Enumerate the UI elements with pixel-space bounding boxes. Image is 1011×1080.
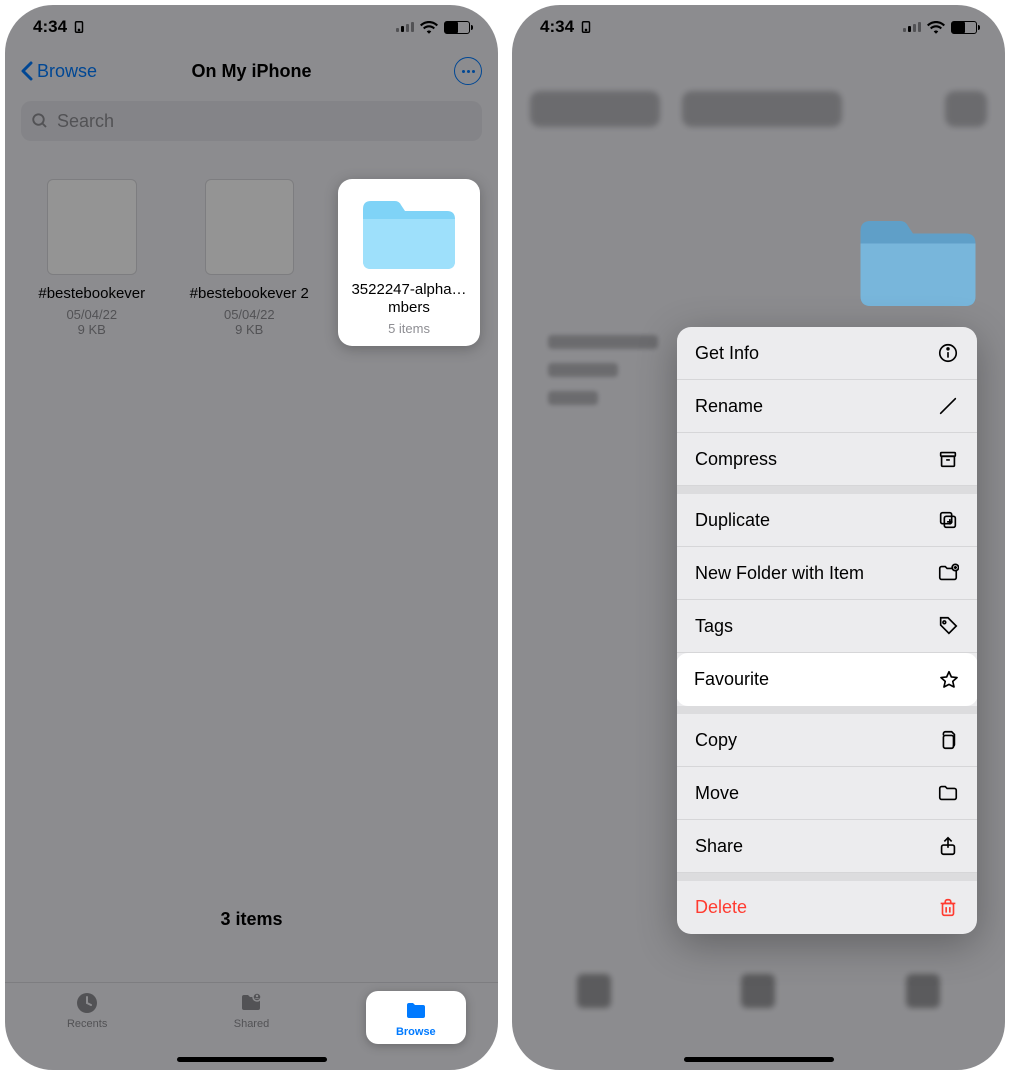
battery-icon	[951, 21, 977, 34]
tab-shared[interactable]: Shared	[201, 991, 301, 1030]
menu-new-folder-with-item[interactable]: New Folder with Item	[677, 547, 977, 600]
status-bar: 4:34	[512, 5, 1005, 49]
battery-icon	[444, 21, 470, 34]
file-name: #bestebookever	[23, 285, 161, 303]
context-menu: Get Info Rename Compress Duplicate New F…	[677, 327, 977, 934]
search-icon	[31, 112, 49, 130]
file-item[interactable]: #bestebookever 2 05/04/22 9 KB	[181, 179, 319, 346]
menu-duplicate[interactable]: Duplicate	[677, 494, 977, 547]
folder-item-selected[interactable]: 3522247-alpha…mbers 5 items	[338, 179, 480, 346]
file-thumb	[205, 179, 295, 275]
wifi-icon	[927, 20, 945, 34]
folder-icon	[937, 782, 959, 804]
cellular-icon	[396, 22, 414, 32]
item-count: 3 items	[5, 909, 498, 930]
context-folder-preview	[853, 211, 983, 311]
file-size: 9 KB	[181, 322, 319, 337]
home-indicator[interactable]	[177, 1057, 327, 1062]
home-indicator[interactable]	[684, 1057, 834, 1062]
nav-bar: Browse On My iPhone	[5, 49, 498, 93]
folder-plus-icon	[937, 562, 959, 584]
status-time: 4:34	[540, 17, 574, 37]
shared-folder-icon	[237, 991, 265, 1015]
info-icon	[937, 342, 959, 364]
file-grid: #bestebookever 05/04/22 9 KB #bestebooke…	[5, 149, 498, 346]
menu-share[interactable]: Share	[677, 820, 977, 873]
folder-icon	[359, 193, 459, 273]
folder-subtitle: 5 items	[344, 321, 474, 336]
tag-icon	[937, 615, 959, 637]
menu-delete[interactable]: Delete	[677, 881, 977, 934]
file-thumb	[47, 179, 137, 275]
folder-icon	[402, 999, 430, 1023]
file-size: 9 KB	[23, 322, 161, 337]
menu-get-info[interactable]: Get Info	[677, 327, 977, 380]
status-bar: 4:34	[5, 5, 498, 49]
file-date: 05/04/22	[23, 307, 161, 322]
share-icon	[937, 835, 959, 857]
search-placeholder: Search	[57, 111, 114, 132]
file-item[interactable]: #bestebookever 05/04/22 9 KB	[23, 179, 161, 346]
orientation-lock-icon	[579, 20, 593, 34]
archive-icon	[937, 448, 959, 470]
file-name: #bestebookever 2	[181, 285, 319, 303]
status-time: 4:34	[33, 17, 67, 37]
menu-move[interactable]: Move	[677, 767, 977, 820]
copy-icon	[937, 729, 959, 751]
trash-icon	[937, 897, 959, 919]
left-screenshot: 4:34 Browse On My iPhone Search #bestebo…	[5, 5, 498, 1070]
blurred-tabbar	[512, 974, 1005, 1008]
file-date: 05/04/22	[181, 307, 319, 322]
cellular-icon	[903, 22, 921, 32]
folder-name: 3522247-alpha…mbers	[344, 281, 474, 317]
menu-copy[interactable]: Copy	[677, 714, 977, 767]
menu-compress[interactable]: Compress	[677, 433, 977, 486]
tab-recents[interactable]: Recents	[37, 991, 137, 1030]
clock-icon	[73, 991, 101, 1015]
menu-rename[interactable]: Rename	[677, 380, 977, 433]
pencil-icon	[937, 395, 959, 417]
star-icon	[938, 669, 960, 691]
blurred-background	[512, 49, 1005, 127]
search-field[interactable]: Search	[21, 101, 482, 141]
right-screenshot: 4:34 Get Info Rename Compress Du	[512, 5, 1005, 1070]
orientation-lock-icon	[72, 20, 86, 34]
back-button[interactable]: Browse	[21, 61, 97, 82]
more-button[interactable]	[454, 57, 482, 85]
menu-tags[interactable]: Tags	[677, 600, 977, 653]
duplicate-icon	[937, 509, 959, 531]
wifi-icon	[420, 20, 438, 34]
tab-browse[interactable]: Browse	[366, 991, 466, 1044]
menu-favourite[interactable]: Favourite	[677, 653, 977, 706]
